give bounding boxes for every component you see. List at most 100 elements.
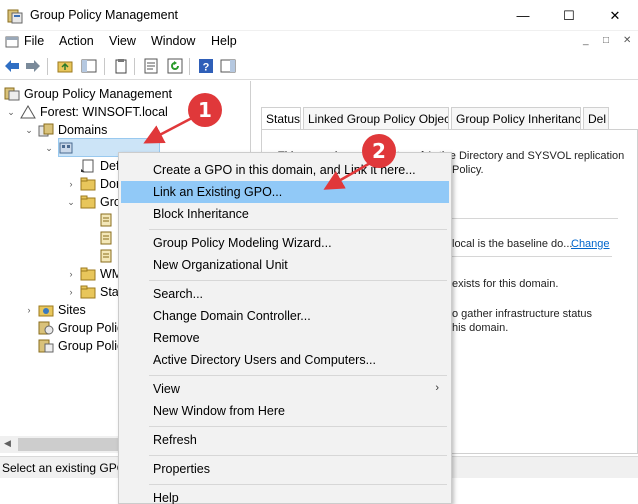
- menu-item-properties[interactable]: Properties: [121, 458, 449, 480]
- tree-item-gpo-1[interactable]: [98, 211, 118, 229]
- tree-item-default-policy[interactable]: Def: [66, 157, 119, 175]
- baseline-text: local is the baseline do...: [452, 238, 573, 250]
- tree-item-label: Sta: [100, 285, 119, 299]
- tab-status[interactable]: Status: [261, 107, 301, 130]
- show-hide-tree-icon[interactable]: [80, 57, 98, 75]
- annotation-badge-2: 2: [362, 134, 396, 168]
- chevron-right-icon[interactable]: ›: [24, 305, 34, 315]
- menu-item-view[interactable]: View ›: [121, 378, 449, 400]
- menu-item-refresh[interactable]: Refresh: [121, 429, 449, 451]
- chevron-down-icon[interactable]: ⌄: [44, 143, 54, 154]
- gp-results-icon: [38, 339, 54, 353]
- mmc-window-icon: [5, 36, 19, 48]
- menu-item-remove[interactable]: Remove: [121, 327, 449, 349]
- tree-item-sites[interactable]: › Sites: [24, 301, 86, 319]
- tree-item-gpm-root[interactable]: Group Policy Management: [4, 85, 172, 103]
- tab-delegation[interactable]: Del: [583, 107, 609, 129]
- menu-action[interactable]: Action: [59, 34, 94, 48]
- tree-item-domains[interactable]: ⌄ Domains: [24, 121, 107, 139]
- tree-item-domain-controllers[interactable]: › Dor: [66, 175, 121, 193]
- gp-modeling-icon: [38, 321, 54, 335]
- folder-icon: [80, 285, 96, 299]
- menu-view[interactable]: View: [109, 34, 136, 48]
- exists-text: exists for this domain.: [452, 278, 559, 290]
- folder-icon: [80, 267, 96, 281]
- group-policy-icon: [4, 87, 20, 101]
- tab-linked-gpos[interactable]: Linked Group Policy Objects: [303, 107, 449, 129]
- menu-item-new-ou[interactable]: New Organizational Unit: [121, 254, 449, 276]
- gpo-link-icon: [81, 159, 94, 173]
- menu-item-label: View: [153, 382, 180, 396]
- gpo-icon: [100, 231, 112, 245]
- back-arrow-icon[interactable]: [3, 57, 21, 75]
- menu-item-new-window[interactable]: New Window from Here: [121, 400, 449, 422]
- title-bar: Group Policy Management — ☐ ✕: [0, 0, 638, 31]
- menu-item-ad-users-computers[interactable]: Active Directory Users and Computers...: [121, 349, 449, 371]
- close-button[interactable]: ✕: [592, 0, 638, 31]
- group-policy-app-icon: [7, 9, 23, 24]
- ou-folder-icon: [80, 177, 96, 191]
- toolbar: ?: [0, 53, 638, 80]
- submenu-arrow-icon: ›: [435, 382, 439, 394]
- mdi-minimize-button[interactable]: _: [583, 35, 589, 46]
- up-folder-icon[interactable]: [56, 57, 74, 75]
- forest-icon: [20, 105, 36, 119]
- gpo-icon: [100, 213, 112, 227]
- context-menu: Create a GPO in this domain, and Link it…: [118, 152, 452, 504]
- scroll-left-icon[interactable]: ◀: [4, 438, 11, 449]
- minimize-button[interactable]: —: [500, 0, 546, 31]
- tree-item-gpo-2[interactable]: [98, 229, 118, 247]
- tree-item-gp-modeling[interactable]: Group Polic: [38, 319, 123, 337]
- svg-text:?: ?: [203, 62, 210, 74]
- folder-icon: [80, 195, 96, 209]
- status-text: Select an existing GPO: [2, 461, 127, 475]
- menu-item-block-inheritance[interactable]: Block Inheritance: [121, 203, 449, 225]
- tree-item-label: Domains: [58, 123, 108, 137]
- chevron-right-icon[interactable]: ›: [66, 269, 76, 279]
- annotation-badge-1: 1: [188, 93, 222, 127]
- window-title: Group Policy Management: [30, 8, 178, 22]
- properties-icon[interactable]: [142, 57, 160, 75]
- tree-item-wmi-filters[interactable]: › WM: [66, 265, 123, 283]
- tree-item-label: Forest: WINSOFT.local: [40, 105, 168, 119]
- gpo-icon: [100, 249, 112, 263]
- tree-item-domain[interactable]: ⌄: [44, 139, 78, 157]
- action-pane-icon[interactable]: [219, 57, 237, 75]
- menu-help[interactable]: Help: [211, 34, 237, 48]
- menu-bar: File Action View Window Help _ □ ✕: [0, 31, 638, 53]
- refresh-icon[interactable]: [166, 57, 184, 75]
- tree-item-forest[interactable]: ⌄ Forest: WINSOFT.local: [6, 103, 168, 121]
- chevron-down-icon[interactable]: ⌄: [6, 107, 16, 118]
- forward-arrow-icon[interactable]: [24, 57, 42, 75]
- chevron-right-icon[interactable]: ›: [66, 179, 76, 189]
- chevron-right-icon[interactable]: ›: [66, 287, 76, 297]
- tree-item-label: Group Policy Management: [24, 87, 172, 101]
- change-link[interactable]: Change: [571, 238, 610, 250]
- tree-item-starter-gpos[interactable]: › Sta: [66, 283, 119, 301]
- menu-window[interactable]: Window: [151, 34, 195, 48]
- menu-item-help[interactable]: Help: [121, 487, 449, 504]
- clipboard-icon[interactable]: [112, 57, 130, 75]
- maximize-button[interactable]: ☐: [546, 0, 592, 31]
- tree-item-label: Group Polic: [58, 321, 124, 335]
- domains-icon: [38, 123, 54, 137]
- menu-file[interactable]: File: [24, 34, 44, 48]
- tree-item-label: Sites: [58, 303, 86, 317]
- help-icon[interactable]: ?: [197, 57, 215, 75]
- tree-item-gpo-3[interactable]: [98, 247, 118, 265]
- menu-item-link-existing-gpo[interactable]: Link an Existing GPO...: [121, 181, 449, 203]
- menu-item-search[interactable]: Search...: [121, 283, 449, 305]
- status-description-cont: Policy.: [452, 164, 484, 176]
- tree-item-label: Def: [100, 159, 120, 173]
- tab-gp-inheritance[interactable]: Group Policy Inheritance: [451, 107, 581, 129]
- sites-icon: [38, 305, 54, 317]
- tree-item-gpo-container[interactable]: ⌄ Gro: [66, 193, 121, 211]
- menu-item-modeling-wizard[interactable]: Group Policy Modeling Wizard...: [121, 232, 449, 254]
- chevron-down-icon[interactable]: ⌄: [66, 197, 76, 208]
- menu-item-change-dc[interactable]: Change Domain Controller...: [121, 305, 449, 327]
- chevron-down-icon[interactable]: ⌄: [24, 125, 34, 136]
- menu-item-create-gpo[interactable]: Create a GPO in this domain, and Link it…: [121, 159, 449, 181]
- mdi-restore-button[interactable]: □: [603, 35, 609, 46]
- mdi-close-button[interactable]: ✕: [623, 35, 631, 46]
- tree-item-gp-results[interactable]: Group Polic: [38, 337, 123, 355]
